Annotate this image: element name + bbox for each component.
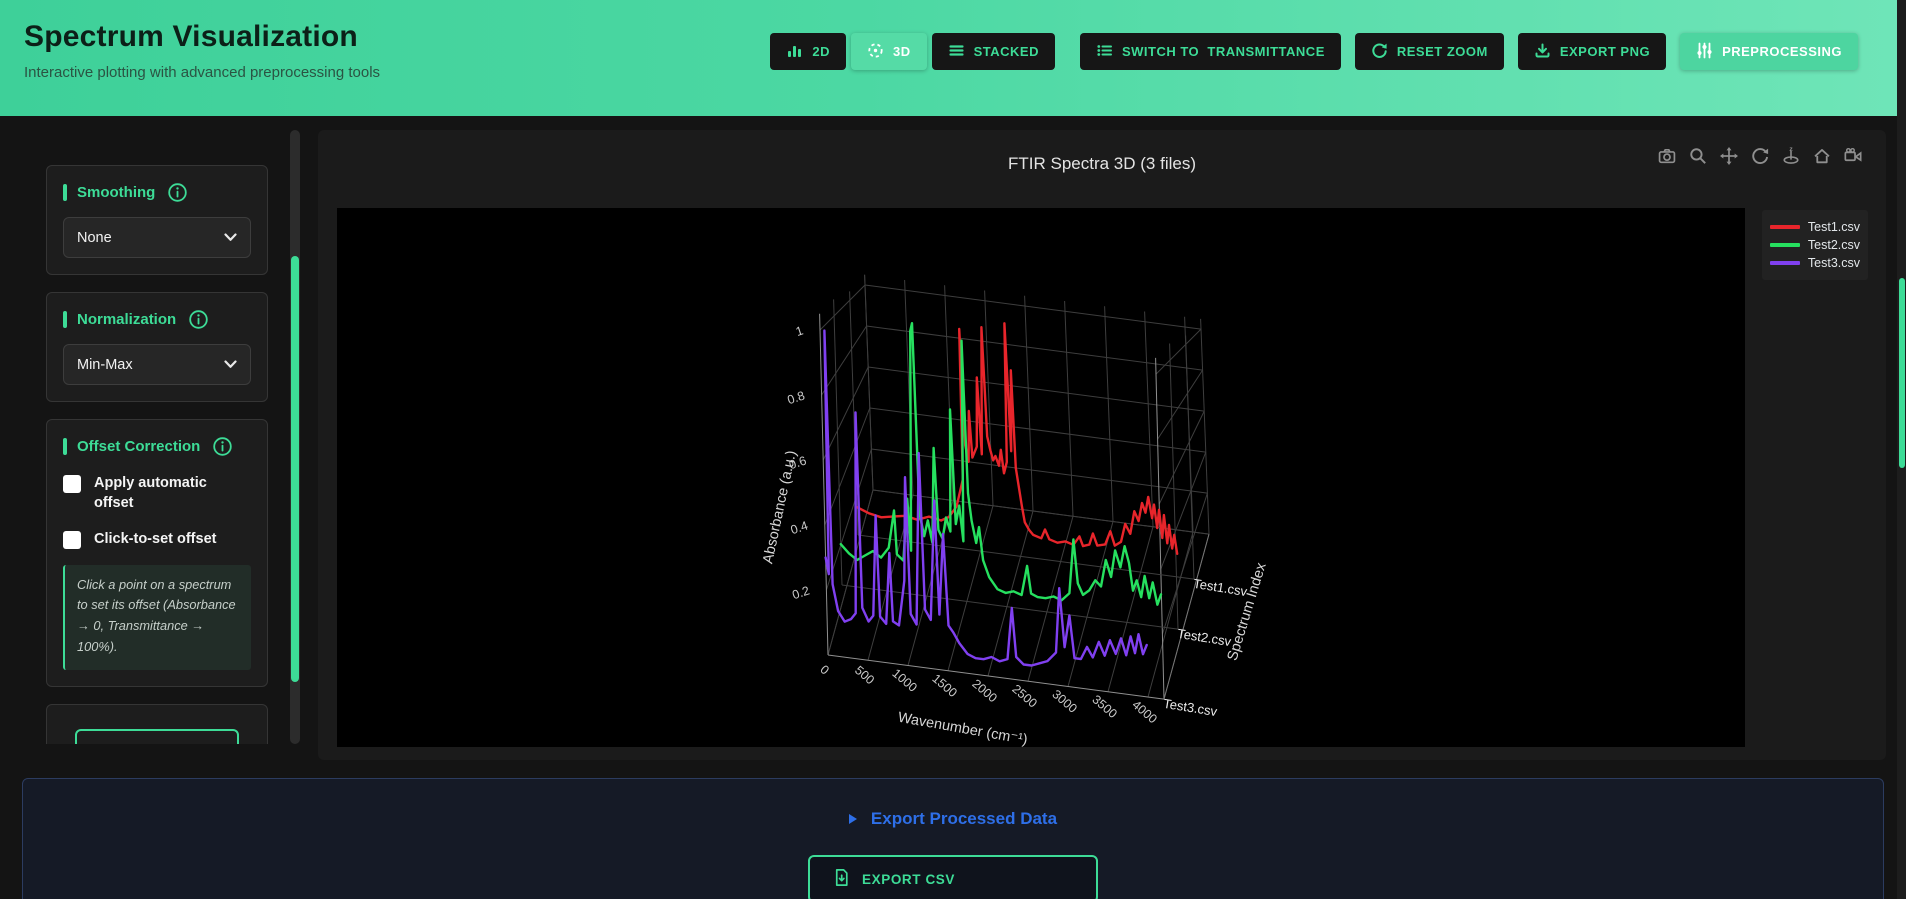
svg-text:2000: 2000 (969, 677, 999, 706)
svg-text:0.4: 0.4 (789, 519, 810, 538)
camera-icon[interactable] (1656, 145, 1678, 167)
svg-text:2500: 2500 (1009, 682, 1039, 711)
turntable-rotate-icon[interactable]: z (1780, 145, 1802, 167)
app-header: Spectrum Visualization Interactive plott… (0, 0, 1906, 116)
svg-text:0.2: 0.2 (790, 584, 811, 603)
offset-correction-title: Offset Correction (77, 438, 201, 455)
pan-icon[interactable] (1718, 145, 1740, 167)
legend-swatch-green (1769, 243, 1800, 247)
svg-text:Test2.csv: Test2.csv (1176, 626, 1232, 649)
info-icon[interactable] (212, 436, 233, 457)
offset-correction-panel: Offset Correction Apply automatic offset… (46, 419, 268, 687)
legend-item[interactable]: Test2.csv (1769, 238, 1860, 252)
chart-card: FTIR Spectra 3D (3 files) z 0 500 1000 1500… (318, 130, 1886, 760)
svg-text:0.8: 0.8 (786, 389, 807, 408)
normalization-select[interactable]: Min-Max (63, 344, 251, 385)
export-png-button[interactable]: EXPORT PNG (1517, 33, 1667, 70)
page-scrollbar-thumb[interactable] (1899, 278, 1905, 468)
main-content: Smoothing None Normalization Min-Max Off… (0, 116, 1906, 760)
plot-legend: Test1.csv Test2.csv Test3.csv (1762, 210, 1868, 280)
export-summary-label: Export Processed Data (870, 809, 1058, 828)
reset-icon (1371, 42, 1388, 62)
offset-help-text: Click a point on a spectrum to set its o… (77, 576, 236, 654)
plot-scene-wrap: 0 500 1000 1500 2000 2500 3000 3500 4000 0.2 0.4 0.… (337, 208, 1745, 747)
legend-item[interactable]: Test3.csv (1769, 256, 1860, 270)
click-offset-row[interactable]: Click-to-set offset (63, 530, 251, 550)
svg-text:3000: 3000 (1049, 687, 1079, 716)
svg-text:Absorbance (a.u.): Absorbance (a.u.) (760, 449, 800, 565)
preprocessing-button[interactable]: PREPROCESSING (1680, 33, 1858, 70)
svg-text:Test1.csv: Test1.csv (1192, 576, 1248, 599)
svg-text:1: 1 (794, 324, 805, 339)
orbit-3d-icon (867, 42, 884, 62)
accent-bar (63, 438, 67, 455)
sliders-icon (1696, 42, 1713, 62)
stacked-lines-icon (948, 42, 965, 62)
reset-zoom-button[interactable]: RESET ZOOM (1354, 33, 1504, 70)
list-icon (1096, 42, 1113, 62)
camera-last-icon[interactable] (1842, 145, 1864, 167)
switch-transmittance-button[interactable]: SWITCH TO TRANSMITTANCE (1079, 33, 1341, 70)
svg-text:500: 500 (852, 663, 877, 687)
click-offset-checkbox[interactable] (63, 531, 81, 550)
view-stacked-button[interactable]: STACKED (931, 33, 1055, 70)
sidebar-scrollbar-track[interactable] (290, 130, 300, 744)
clipped-action-button[interactable] (75, 728, 239, 744)
smoothing-select[interactable]: None (63, 217, 251, 258)
page-scrollbar-track[interactable] (1897, 0, 1906, 899)
normalization-title: Normalization (77, 311, 177, 328)
sidebar-scrollbar-thumb[interactable] (291, 256, 299, 682)
svg-text:Wavenumber (cm⁻¹): Wavenumber (cm⁻¹) (897, 710, 1029, 747)
svg-text:1000: 1000 (889, 666, 919, 695)
smoothing-title: Smoothing (77, 184, 156, 201)
3d-plot-scene[interactable]: 0 500 1000 1500 2000 2500 3000 3500 4000 0.2 0.4 0.… (337, 208, 1745, 747)
svg-text:Test3.csv: Test3.csv (1162, 696, 1218, 719)
view-3d-button[interactable]: 3D (850, 33, 927, 70)
orbit-rotate-icon[interactable] (1749, 145, 1771, 167)
export-summary-toggle[interactable]: Export Processed Data (23, 809, 1883, 829)
svg-text:0: 0 (817, 662, 831, 677)
legend-item[interactable]: Test1.csv (1769, 220, 1860, 234)
info-icon[interactable] (188, 309, 209, 330)
triangle-right-icon (848, 814, 857, 824)
svg-text:3500: 3500 (1089, 692, 1119, 721)
plot-modebar: z (1656, 145, 1864, 167)
bar-chart-icon (786, 42, 803, 62)
chevron-down-icon (224, 230, 237, 246)
smoothing-panel: Smoothing None (46, 165, 268, 275)
legend-swatch-red (1769, 225, 1800, 229)
clipped-panel (46, 703, 268, 744)
auto-offset-row[interactable]: Apply automatic offset (63, 474, 251, 513)
legend-swatch-purple (1769, 261, 1800, 265)
auto-offset-checkbox[interactable] (63, 475, 81, 493)
offset-help-box: Click a point on a spectrum to set its o… (63, 564, 251, 670)
chevron-down-icon (224, 357, 237, 373)
export-csv-button[interactable]: EXPORT CSV (808, 855, 1098, 899)
export-section: Export Processed Data EXPORT CSV (22, 778, 1884, 899)
zoom-icon[interactable] (1687, 145, 1709, 167)
svg-text:Spectrum Index: Spectrum Index (1225, 560, 1270, 663)
file-download-icon (832, 868, 851, 890)
svg-text:z: z (1789, 147, 1793, 153)
normalization-panel: Normalization Min-Max (46, 292, 268, 402)
view-2d-button[interactable]: 2D (770, 33, 846, 70)
home-icon[interactable] (1811, 145, 1833, 167)
accent-bar (63, 311, 67, 328)
toolbar: 2D 3D STACKED SWITCH TO TRANSMITTANCE RE… (770, 33, 1858, 70)
info-icon[interactable] (167, 182, 188, 203)
svg-text:4000: 4000 (1129, 698, 1159, 727)
preprocessing-sidebar: Smoothing None Normalization Min-Max Off… (24, 130, 302, 744)
download-icon (1534, 42, 1551, 62)
chart-title: FTIR Spectra 3D (3 files) (1008, 154, 1196, 173)
svg-text:1500: 1500 (929, 671, 959, 700)
accent-bar (63, 184, 67, 201)
